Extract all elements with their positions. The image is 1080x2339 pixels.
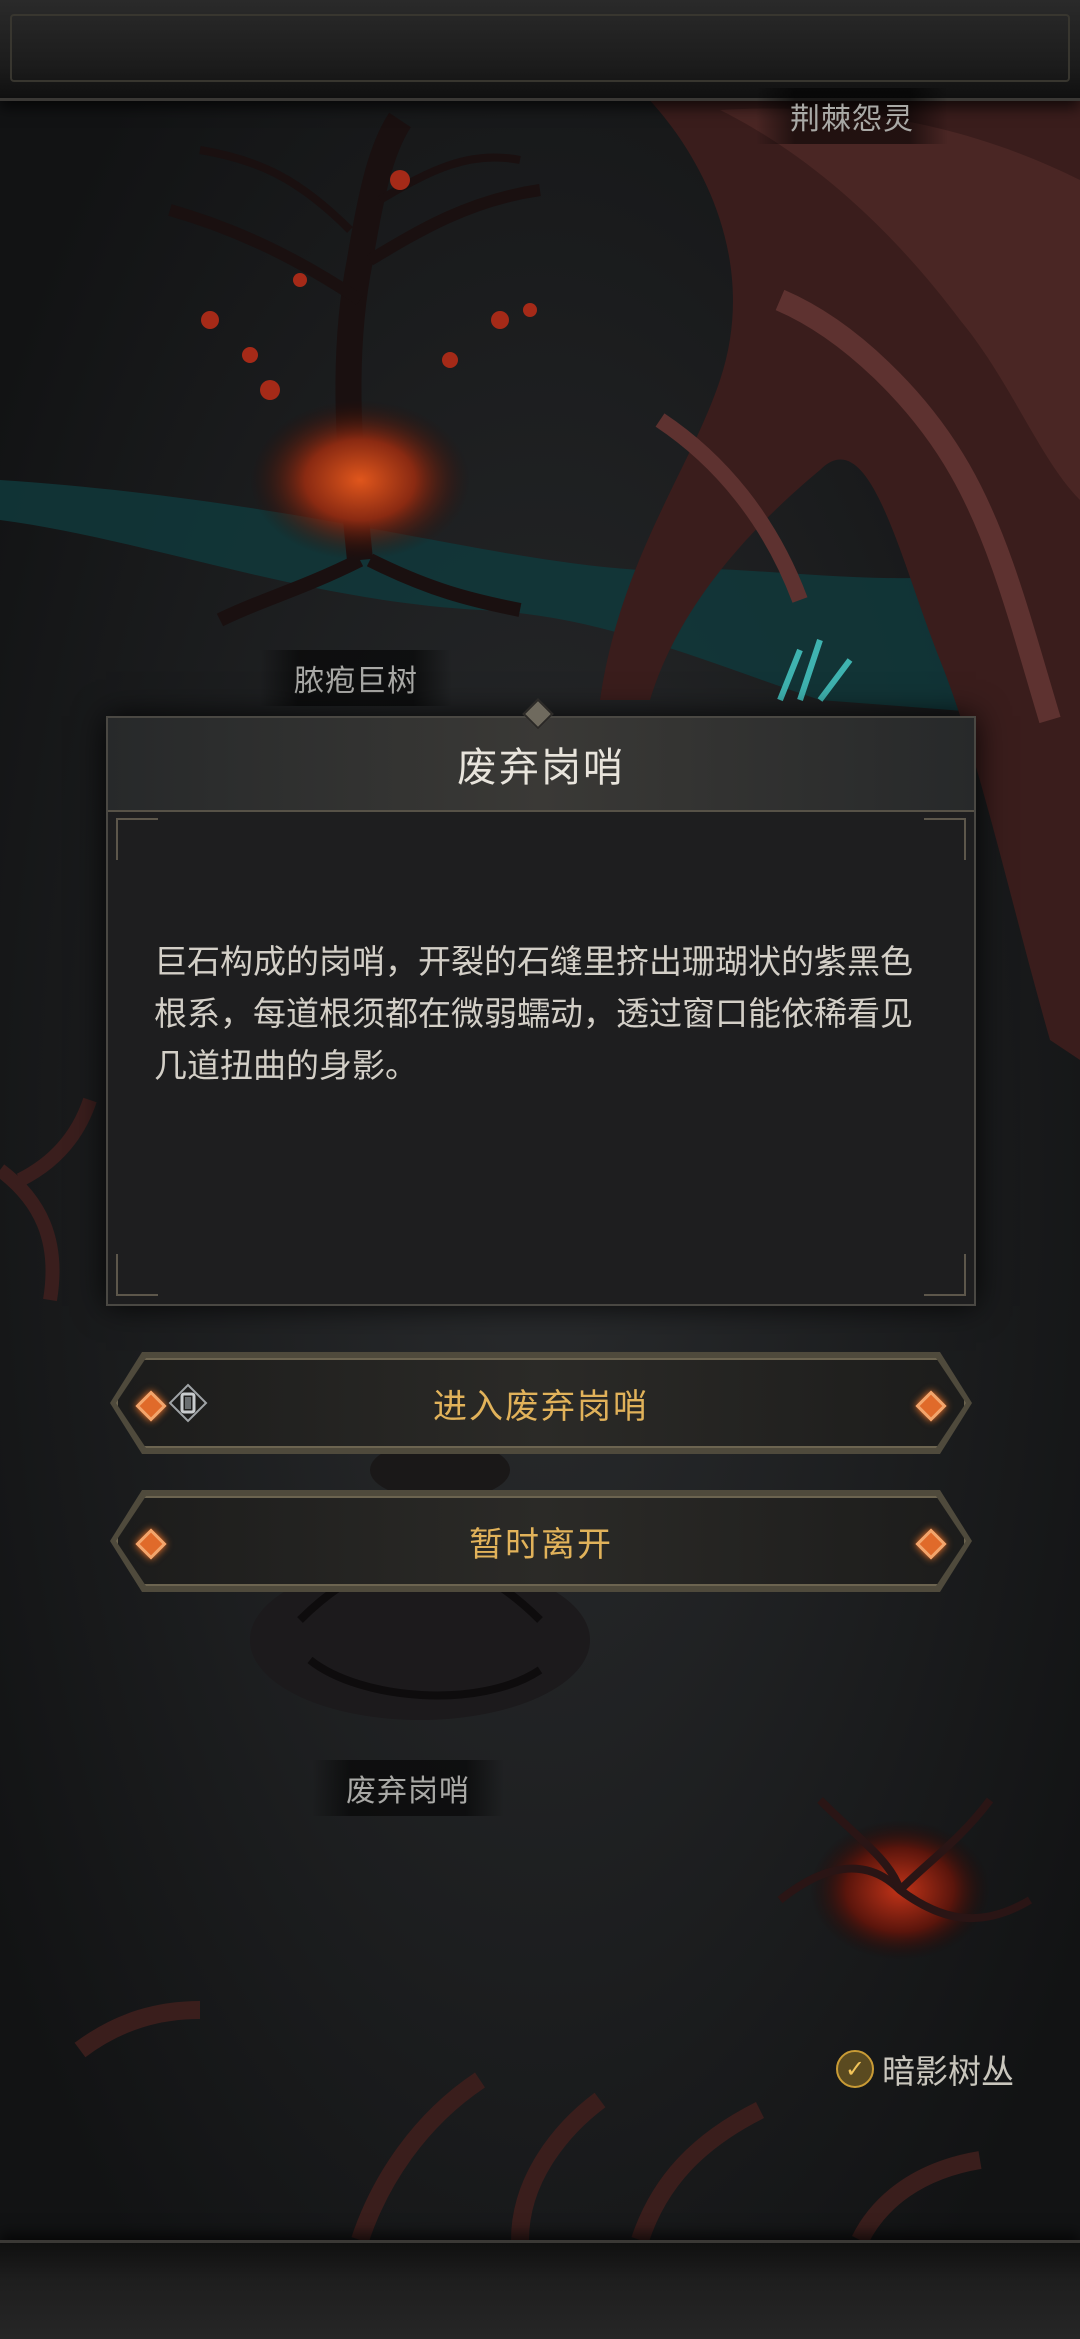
map-label-pustule-tree[interactable]: 脓疱巨树 (260, 650, 452, 706)
corner-ornament (116, 818, 158, 860)
diamond-gem-icon (915, 1390, 946, 1421)
shadow-bush-label: 暗影树丛 (882, 2052, 1014, 2091)
diamond-gem-icon (135, 1528, 166, 1559)
enter-button-label: 进入废弃岗哨 (433, 1386, 649, 1427)
corner-ornament (116, 1254, 158, 1296)
map-label-thorn-wraith[interactable]: 荆棘怨灵 (756, 88, 948, 144)
key-icon (168, 1383, 208, 1423)
dialog-title: 废弃岗哨 (457, 745, 625, 791)
top-frame (0, 0, 1080, 101)
leave-button[interactable]: 暂时离开 (116, 1496, 966, 1586)
dialog-header: 废弃岗哨 (108, 718, 974, 812)
location-dialog: 废弃岗哨 巨石构成的岗哨，开裂的石缝里挤出珊瑚状的紫黑色根系，每道根须都在微弱蠕… (106, 716, 976, 1306)
bottom-frame (0, 2240, 1080, 2339)
dialog-description: 巨石构成的岗哨，开裂的石缝里挤出珊瑚状的紫黑色根系，每道根须都在微弱蠕动，透过窗… (154, 942, 913, 1085)
corner-ornament (924, 1254, 966, 1296)
diamond-gem-icon (915, 1528, 946, 1559)
leave-button-label: 暂时离开 (469, 1524, 613, 1565)
corner-ornament (924, 818, 966, 860)
diamond-gem-icon (135, 1390, 166, 1421)
check-icon: ✓ (836, 2050, 874, 2088)
map-label-shadow-bush[interactable]: ✓ 暗影树丛 (836, 2045, 1014, 2093)
map-label-abandoned-outpost[interactable]: 废弃岗哨 (312, 1760, 504, 1816)
enter-outpost-button[interactable]: 进入废弃岗哨 (116, 1358, 966, 1448)
